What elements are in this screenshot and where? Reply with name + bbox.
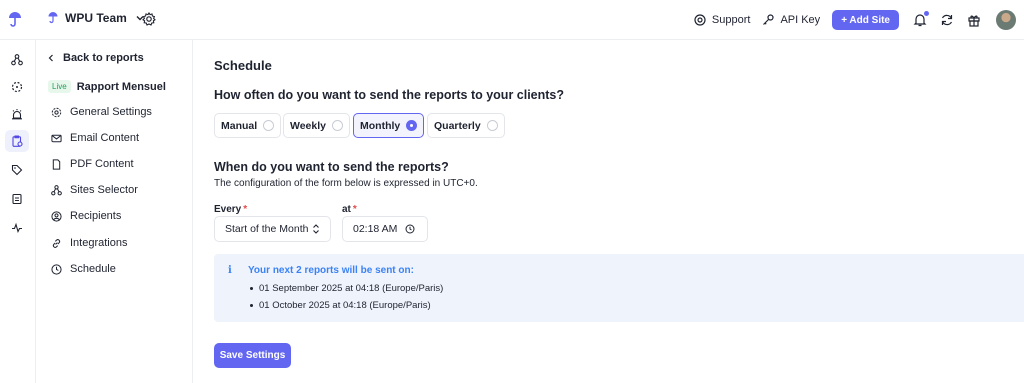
icon-rail [0, 40, 36, 383]
sites-icon [51, 184, 62, 195]
option-label: Monthly [360, 119, 401, 132]
rail-processes[interactable] [5, 76, 29, 98]
timezone-note: The configuration of the form below is e… [214, 178, 478, 189]
frequency-option-monthly[interactable]: Monthly [353, 113, 425, 138]
radio-button[interactable] [332, 120, 343, 131]
nav-item-sites-selector[interactable]: Sites Selector [51, 184, 138, 196]
report-name: Rapport Mensuel [76, 80, 166, 93]
page-title: Schedule [214, 58, 272, 73]
info-heading: Your next 2 reports will be sent on: [248, 265, 414, 276]
frequency-option-manual[interactable]: Manual [214, 113, 282, 138]
support-link[interactable]: Support [694, 14, 751, 26]
notification-dot [924, 11, 929, 16]
gift-button[interactable] [967, 13, 981, 27]
schedule-panel: Schedule How often do you want to send t… [193, 40, 1024, 383]
nav-label: PDF Content [70, 158, 134, 170]
next-reports-info-box: i Your next 2 reports will be sent on: 0… [214, 254, 1024, 322]
api-key-link[interactable]: API Key [762, 14, 820, 26]
when-question: When do you want to send the reports? [214, 160, 449, 174]
nav-label: General Settings [70, 106, 152, 118]
team-settings-gear-icon[interactable] [142, 12, 156, 26]
radio-button[interactable] [263, 120, 275, 131]
rail-billing[interactable] [5, 188, 29, 210]
every-select[interactable]: Start of the Month [214, 216, 331, 242]
team-name: WPU Team [65, 11, 127, 25]
alarm-icon [12, 109, 22, 120]
scheduled-date-item: 01 October 2025 at 04:18 (Europe/Paris) [250, 300, 431, 311]
team-switcher[interactable]: WPU Team [47, 11, 145, 25]
user-circle-icon [51, 210, 62, 222]
live-badge: Live [48, 80, 71, 93]
chevron-left-icon [48, 54, 53, 62]
select-updown-icon [313, 224, 319, 234]
activity-pulse-icon [12, 222, 22, 234]
file-icon [52, 158, 61, 170]
sites-icon [11, 54, 23, 66]
rail-reports[interactable] [5, 130, 29, 152]
link-icon [52, 238, 61, 248]
nav-label: Recipients [70, 210, 122, 222]
nav-item-recipients[interactable]: Recipients [51, 210, 121, 222]
nav-item-integrations[interactable]: Integrations [51, 237, 127, 249]
scheduled-date-item: 01 September 2025 at 04:18 (Europe/Paris… [250, 283, 443, 294]
clock-icon [405, 224, 415, 234]
nav-item-pdf-content[interactable]: PDF Content [51, 158, 134, 170]
nav-item-schedule[interactable]: Schedule [51, 263, 116, 275]
team-logo-icon [48, 12, 58, 24]
every-value: Start of the Month [225, 223, 309, 235]
key-icon [763, 14, 775, 25]
rail-sites[interactable] [5, 49, 29, 71]
rail-tags[interactable] [5, 159, 29, 181]
support-label: Support [711, 14, 751, 26]
every-label: Every * [214, 204, 248, 215]
brand-logo-icon[interactable] [8, 12, 22, 28]
nav-label: Email Content [70, 132, 140, 144]
tag-icon [11, 164, 23, 176]
user-avatar[interactable] [996, 10, 1016, 30]
nav-item-email-content[interactable]: Email Content [51, 132, 139, 144]
lifebuoy-icon [694, 14, 706, 26]
back-label: Back to reports [63, 52, 144, 64]
frequency-option-weekly[interactable]: Weekly [283, 113, 350, 138]
invoice-icon [12, 193, 22, 205]
radio-button[interactable] [486, 120, 498, 131]
at-label: at * [342, 204, 357, 215]
add-site-label: + Add Site [841, 14, 890, 26]
rail-monitoring[interactable] [5, 103, 29, 125]
nav-label: Sites Selector [70, 184, 138, 196]
time-value: 02:18 AM [353, 223, 398, 235]
refresh-button[interactable] [940, 13, 954, 27]
frequency-question: How often do you want to send the report… [214, 88, 565, 102]
nav-label: Schedule [70, 263, 116, 275]
back-to-reports-link[interactable]: Back to reports [47, 52, 144, 64]
option-label: Manual [221, 119, 258, 132]
mail-icon [51, 134, 62, 142]
report-settings-nav: Back to reports Live Rapport Mensuel Gen… [36, 40, 193, 383]
gift-icon [968, 15, 980, 27]
dashed-circle-icon [11, 81, 23, 93]
frequency-option-quarterly[interactable]: Quarterly [427, 113, 505, 138]
clock-icon [51, 263, 62, 275]
report-clipboard-icon [12, 135, 23, 147]
add-site-button[interactable]: + Add Site [832, 10, 899, 30]
radio-button-selected[interactable] [406, 120, 418, 131]
nav-label: Integrations [70, 237, 128, 249]
refresh-icon [941, 14, 953, 26]
top-bar: WPU Team Support API Key + Add Site [0, 0, 1024, 40]
rail-activity[interactable] [5, 217, 29, 239]
save-settings-button[interactable]: Save Settings [214, 343, 291, 368]
nav-item-general-settings[interactable]: General Settings [51, 106, 152, 118]
time-input[interactable]: 02:18 AM [342, 216, 428, 242]
report-header: Live Rapport Mensuel [48, 80, 166, 93]
info-icon: i [228, 265, 232, 276]
option-label: Weekly [290, 119, 326, 132]
api-key-label: API Key [780, 14, 821, 26]
notifications-button[interactable] [913, 11, 929, 27]
option-label: Quarterly [434, 119, 481, 132]
gear-icon [51, 107, 62, 117]
